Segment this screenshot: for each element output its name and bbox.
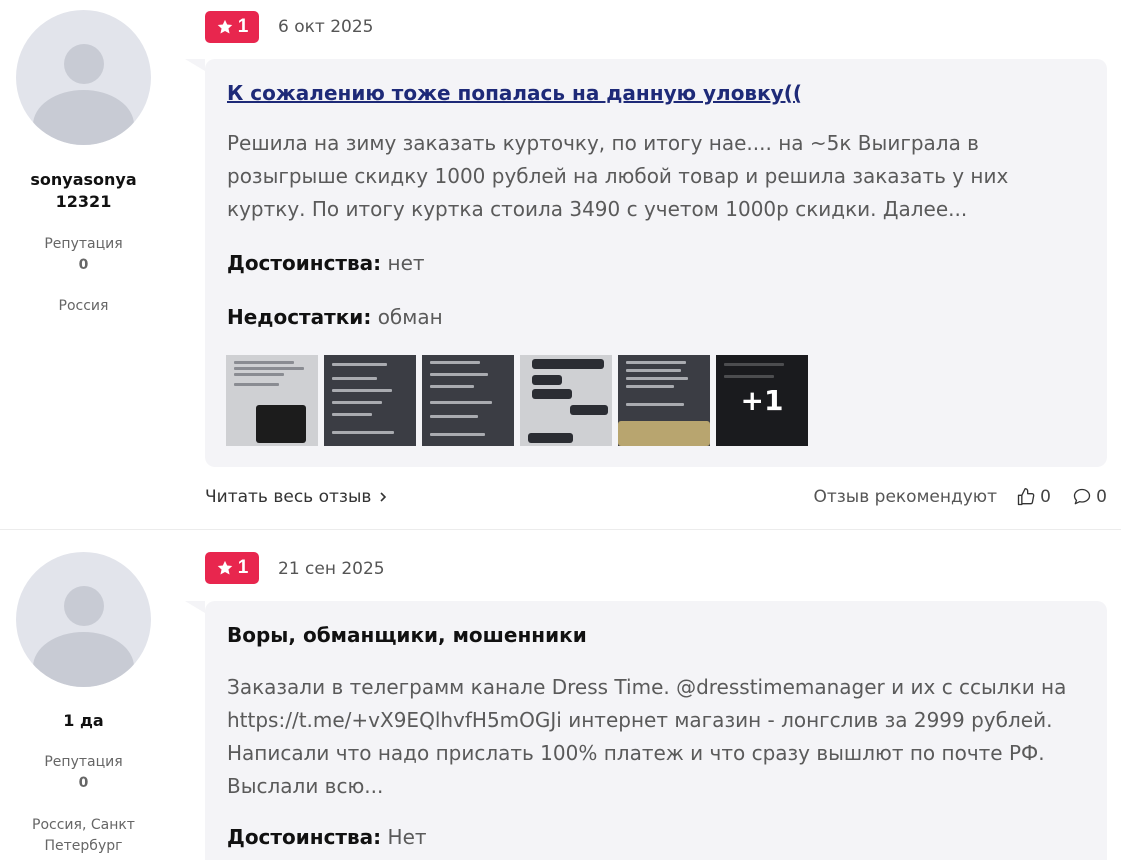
pros: Достоинства: нет — [227, 251, 425, 275]
like-button[interactable]: 0 — [1016, 487, 1051, 507]
avatar-body-shape — [33, 632, 134, 687]
photo-thumbnail[interactable] — [520, 355, 612, 446]
avatar[interactable] — [16, 10, 151, 145]
avatar[interactable] — [16, 552, 151, 687]
more-photos-count: +1 — [716, 355, 808, 446]
review-title[interactable]: Воры, обманщики, мошенники — [227, 623, 587, 647]
photo-thumbnail[interactable] — [618, 355, 710, 446]
pros-label: Достоинства: — [227, 825, 382, 849]
author-country: Россия, Санкт Петербург — [32, 817, 135, 854]
author-name[interactable]: sonyasonya 12321 — [16, 169, 151, 213]
review-text: Решила на зиму заказать курточку, по ито… — [227, 131, 1009, 221]
photo-thumbnail[interactable] — [324, 355, 416, 446]
read-more-label: Читать весь отзыв — [205, 487, 372, 507]
chevron-right-icon — [380, 492, 387, 502]
reputation-value: 0 — [78, 775, 89, 791]
pros-value: нет — [387, 251, 425, 275]
photo-thumbnail-more[interactable]: +1 — [716, 355, 808, 446]
avatar-head-shape — [64, 44, 104, 84]
read-full-review-link[interactable]: Читать весь отзыв — [205, 487, 389, 507]
recommend-label: Отзыв рекомендуют — [813, 487, 997, 507]
avatar-body-shape — [33, 90, 134, 145]
cons: Недостатки: обман — [227, 305, 443, 329]
review-card: 1 да Репутация 0 Россия, Санкт Петербург… — [0, 529, 1121, 860]
photo-thumbnail[interactable] — [226, 355, 318, 446]
review-card: sonyasonya 12321 Репутация 0 Россия 1 6 … — [0, 0, 1121, 529]
rating-value: 1 — [237, 16, 249, 37]
rating-badge: 1 — [205, 552, 259, 584]
thumbs-up-icon — [1018, 488, 1035, 506]
comments-count: 0 — [1096, 487, 1107, 507]
photo-thumbnail[interactable] — [422, 355, 514, 446]
review-body: Воры, обманщики, мошенники Заказали в те… — [185, 601, 1107, 860]
review-date: 6 окт 2025 — [278, 17, 374, 37]
review-text: Заказали в телеграмм канале Dress Time. … — [227, 675, 1067, 798]
pros: Достоинства: Нет — [227, 825, 427, 849]
star-icon — [217, 560, 232, 575]
comment-icon — [1074, 488, 1091, 505]
reputation-value: 0 — [78, 257, 89, 273]
cons-label: Недостатки: — [227, 305, 372, 329]
pros-value: Нет — [387, 825, 427, 849]
rating-value: 1 — [237, 557, 249, 578]
avatar-head-shape — [64, 586, 104, 626]
author-country: Россия — [58, 298, 109, 314]
star-icon — [217, 19, 232, 34]
review-title-link[interactable]: К сожалению тоже попалась на данную улов… — [227, 81, 802, 105]
review-body: К сожалению тоже попалась на данную улов… — [185, 59, 1107, 467]
reputation-label: Репутация — [44, 236, 123, 252]
comments-button[interactable]: 0 — [1072, 487, 1107, 507]
review-footer: Читать весь отзыв Отзыв рекомендуют 0 0 — [205, 487, 1107, 509]
reputation-label: Репутация — [44, 754, 123, 770]
cons-value: обман — [377, 305, 443, 329]
pros-label: Достоинства: — [227, 251, 382, 275]
likes-count: 0 — [1040, 487, 1051, 507]
review-date: 21 сен 2025 — [278, 559, 385, 579]
author-name[interactable]: 1 да — [16, 710, 151, 732]
rating-badge: 1 — [205, 11, 259, 43]
photo-gallery: +1 — [226, 355, 808, 446]
